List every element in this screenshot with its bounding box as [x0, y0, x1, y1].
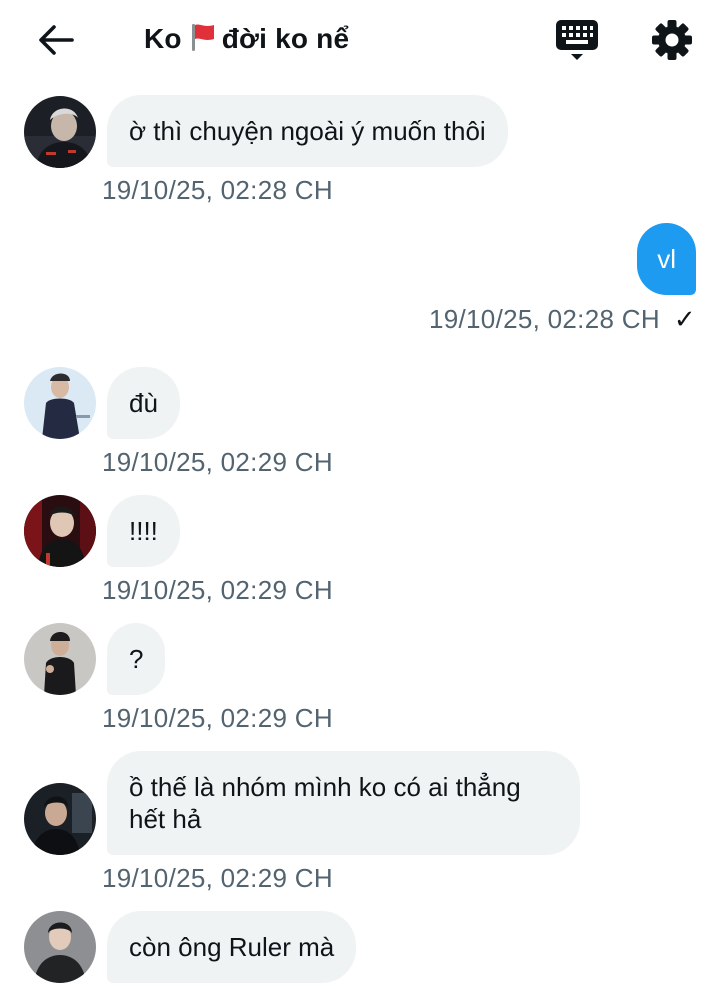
avatar[interactable]: [24, 495, 96, 567]
back-button[interactable]: [36, 22, 76, 58]
red-flag-icon: [190, 22, 216, 52]
message-bubble-incoming[interactable]: ồ thế là nhóm mình ko có ai thẳng hết hả: [107, 751, 580, 855]
message-text: !!!!: [129, 516, 158, 546]
message-bubble-incoming[interactable]: ?: [107, 623, 166, 695]
message-timestamp: 19/10/25, 02:28 CH: [102, 175, 333, 205]
gear-icon: [652, 20, 692, 60]
message-timestamp: 19/10/25, 02:29 CH: [102, 447, 333, 477]
avatar[interactable]: [24, 367, 96, 439]
read-check-icon: ✓: [673, 304, 696, 334]
message-bubble-incoming[interactable]: ờ thì chuyện ngoài ý muốn thôi: [107, 95, 508, 167]
avatar[interactable]: [24, 783, 96, 855]
message-timestamp: 19/10/25, 02:29 CH: [102, 703, 333, 733]
keyboard-icon: [556, 20, 598, 60]
message-timestamp-row: 19/10/25, 02:28 CH ✓: [429, 304, 696, 335]
conversation-title[interactable]: Ko đời ko nể: [144, 22, 349, 55]
message-text: vl: [657, 244, 676, 274]
message-bubble-incoming[interactable]: !!!!: [107, 495, 180, 567]
title-suffix: đời ko nể: [221, 23, 350, 54]
message-text: ?: [129, 644, 144, 674]
avatar[interactable]: [24, 911, 96, 983]
title-prefix: Ko: [144, 23, 182, 54]
keyboard-button[interactable]: [554, 18, 600, 62]
message-bubble-incoming[interactable]: đù: [107, 367, 180, 439]
settings-button[interactable]: [650, 18, 694, 62]
message-timestamp: 19/10/25, 02:29 CH: [102, 575, 333, 605]
avatar[interactable]: [24, 623, 96, 695]
message-text: ờ thì chuyện ngoài ý muốn thôi: [129, 116, 486, 146]
chat-header: Ko đời ko nể: [0, 0, 720, 80]
message-timestamp: 19/10/25, 02:28 CH: [429, 304, 660, 334]
message-text: ồ thế là nhóm mình ko có ai thẳng hết hả: [129, 772, 521, 834]
message-bubble-incoming[interactable]: còn ông Ruler mà: [107, 911, 357, 983]
message-timestamp: 19/10/25, 02:29 CH: [102, 863, 333, 893]
message-bubble-outgoing[interactable]: vl: [637, 223, 696, 295]
arrow-left-icon: [39, 25, 74, 55]
avatar[interactable]: [24, 96, 96, 168]
message-text: còn ông Ruler mà: [129, 932, 335, 962]
message-text: đù: [129, 388, 158, 418]
